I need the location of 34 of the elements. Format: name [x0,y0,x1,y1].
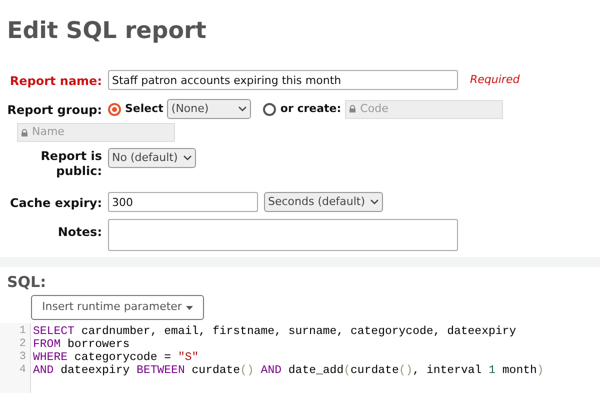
public-select[interactable]: No (default) [108,148,196,168]
field-label: Report group: [7,103,102,117]
notes-field[interactable] [108,219,458,251]
chevron-down-icon [370,199,379,205]
radio-button[interactable] [108,102,121,116]
chevron-down-icon [182,155,192,161]
cache-expiry-field[interactable]: 300 [108,192,258,212]
line-number: 3 [19,351,26,364]
radio-label: Select [125,100,164,117]
chevron-down-icon [238,106,248,112]
radio-label: or create: [280,100,342,117]
sql-heading: SQL: [7,272,48,293]
code-line: SELECT cardnumber, email, firstname, surname, categorycode, dateexpiry [33,325,518,338]
field-label: Cache expiry: [10,196,102,210]
required-hint: Required [470,72,520,88]
line-number: 1 [19,325,26,338]
field-label: Report is public: [40,149,102,178]
radio-button[interactable] [263,102,276,116]
field-label: Report name: [10,74,102,88]
code-line: AND dateexpiry BETWEEN curdate() AND date_add(curdate(), interval 1 month) [33,364,544,377]
code-line: FROM borrowers [33,338,131,351]
report-name-field[interactable]: Staff patron accounts expiring this month [108,70,458,90]
field-label: Notes: [58,225,102,239]
insert-parameter-button[interactable]: Insert runtime parameter [31,295,204,320]
code-line: WHERE categorycode = "S" [33,351,200,364]
code-editor[interactable]: 1 2 3 4 SELECT cardnumber, email, firstname, surname, categorycode, dateexpiry FROM borrowers WHERE categorycode = "S" AND dateexpiry BETWEEN curdate() AND date_add(curdate(), interval 1 month) [0,323,600,393]
unit-select[interactable]: Seconds (default) [264,192,383,212]
page-title: Edit SQL report [7,17,208,46]
group-select[interactable]: (None) [167,99,252,119]
lock-icon [21,128,28,136]
line-number: 4 [19,364,26,377]
line-number: 2 [19,338,26,351]
caret-icon [186,306,193,310]
lock-icon [349,105,356,113]
